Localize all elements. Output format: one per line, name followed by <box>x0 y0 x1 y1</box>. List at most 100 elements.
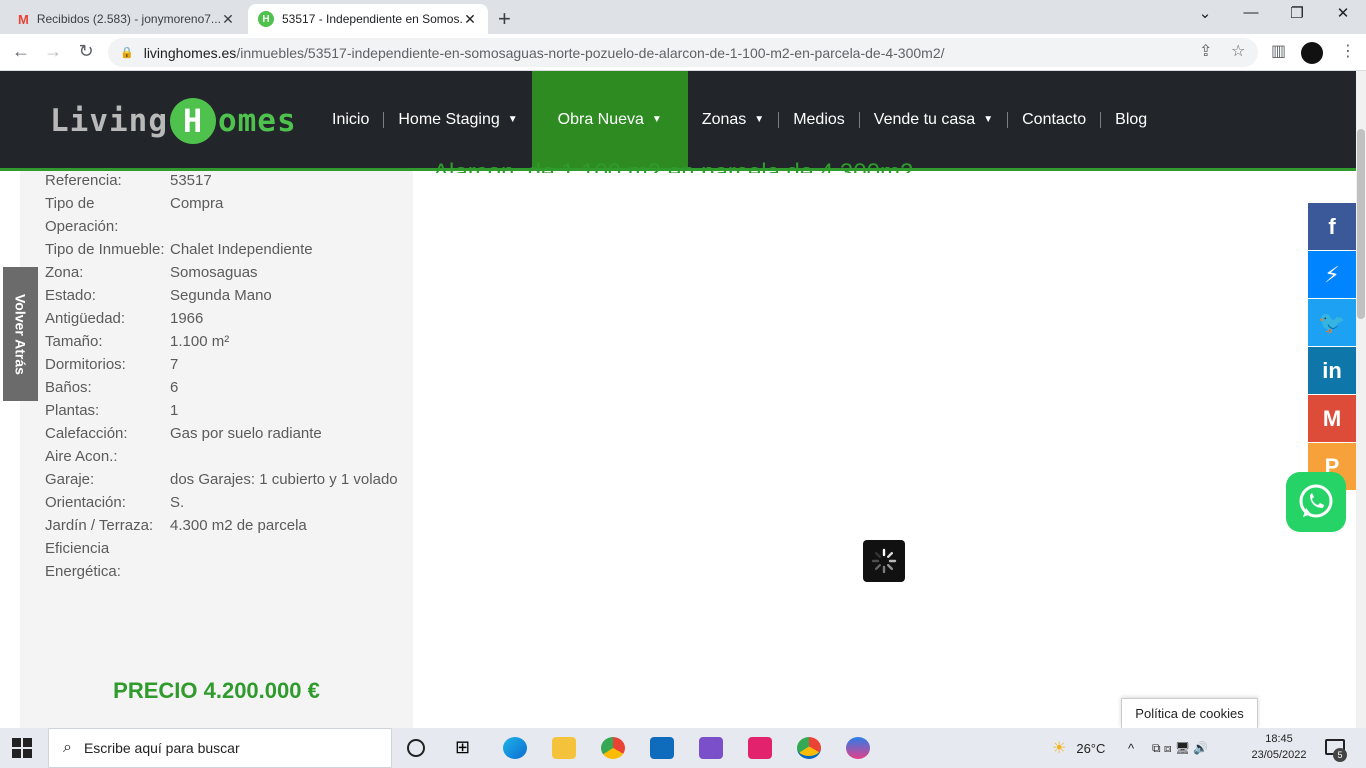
tab-title: 53517 - Independiente en Somos... <box>282 12 462 26</box>
sun-cloud-icon: ☀ <box>1052 740 1067 757</box>
property-price: PRECIO 4.200.000 € <box>113 678 320 703</box>
search-icon: ⌕ <box>63 739 72 756</box>
cookie-policy-button[interactable]: Política de cookies <box>1121 698 1258 728</box>
property-row: Garaje: dos Garajes: 1 cubierto y 1 volad… <box>45 468 405 491</box>
livinghomes-favicon: H <box>258 11 274 27</box>
property-row: Eficiencia Energética: <box>45 537 405 583</box>
reload-icon[interactable]: ↻ <box>75 41 97 62</box>
property-value: 53517 <box>170 172 212 189</box>
bookmark-star-icon[interactable]: ☆ <box>1231 41 1245 61</box>
facebook-share-icon[interactable]: f <box>1308 203 1356 250</box>
widgets-icon[interactable]: ⊞ <box>455 737 470 758</box>
chevron-down-icon: ▼ <box>983 114 994 125</box>
tray-overflow-icon[interactable]: ^ <box>1128 728 1134 768</box>
chrome-active-icon[interactable] <box>797 737 821 759</box>
menu-kebab-icon[interactable]: ⋮ <box>1340 41 1356 61</box>
property-row: Calefacción: Gas por suelo radiante <box>45 422 405 445</box>
url-input[interactable]: 🔒 livinghomes.es/inmuebles/53517-indepen… <box>108 38 1258 67</box>
property-value: Gas por suelo radiante <box>170 425 322 442</box>
new-tab-button[interactable]: + <box>498 6 511 32</box>
side-panel-icon[interactable]: ▥ <box>1271 41 1286 61</box>
property-value <box>170 537 405 583</box>
property-value: 6 <box>170 379 179 396</box>
weather-widget[interactable]: ☀ 26°C <box>1052 728 1105 768</box>
tray-icons[interactable]: ⧉ ⧈ 🖥 🔊 <box>1152 728 1208 768</box>
site-logo[interactable]: Living H omes <box>50 96 297 146</box>
windows-start-icon[interactable] <box>12 738 32 758</box>
nav-label: Blog <box>1115 110 1148 128</box>
taskbar-clock[interactable]: 18:45 23/05/2022 <box>1244 731 1314 763</box>
file-explorer-icon[interactable] <box>552 737 576 759</box>
linkedin-share-icon[interactable]: in <box>1308 347 1356 394</box>
volver-atras-button[interactable]: Volver Atrás <box>3 267 38 401</box>
gmail-share-icon[interactable]: M <box>1308 395 1356 442</box>
close-window-button[interactable]: ✕ <box>1320 4 1366 22</box>
close-icon[interactable]: ✕ <box>220 11 236 28</box>
url-path: /inmuebles/53517-independiente-en-somosa… <box>236 44 945 61</box>
tab-search-icon[interactable]: ⌄ <box>1182 4 1228 22</box>
nav-inicio[interactable]: Inicio <box>318 71 383 168</box>
edge-icon[interactable] <box>503 737 527 759</box>
property-row: Tipo de Operación: Compra <box>45 192 405 238</box>
nav-label: Inicio <box>332 110 370 128</box>
back-icon[interactable]: ← <box>10 41 32 62</box>
close-icon[interactable]: ✕ <box>462 11 478 28</box>
tab-gmail[interactable]: M Recibidos (2.583) - jonymoreno7... ✕ <box>8 4 246 34</box>
profile-avatar[interactable] <box>1301 42 1323 64</box>
property-value: Segunda Mano <box>170 287 272 304</box>
search-placeholder: Escribe aquí para buscar <box>83 740 240 756</box>
visual-studio-icon[interactable] <box>699 737 723 759</box>
nav-label: Contacto <box>1022 110 1087 128</box>
nav-blog[interactable]: Blog <box>1101 71 1161 168</box>
whatsapp-icon[interactable] <box>1286 472 1346 532</box>
store-icon[interactable] <box>650 737 674 759</box>
property-label: Aire Acon.: <box>45 448 118 465</box>
notifications-count: 5 <box>1333 748 1347 762</box>
nav-label: Vende tu casa <box>873 110 976 128</box>
forward-icon[interactable]: → <box>42 41 64 62</box>
property-value: 7 <box>170 356 179 373</box>
property-row: Tipo de Inmueble: Chalet Independiente <box>45 238 405 261</box>
twitter-share-icon[interactable]: 🐦 <box>1308 299 1356 346</box>
property-value: S. <box>170 494 185 511</box>
nav-contacto[interactable]: Contacto <box>1008 71 1100 168</box>
browser-tab-bar: M Recibidos (2.583) - jonymoreno7... ✕ H… <box>0 0 1366 34</box>
property-row: Orientación: S. <box>45 491 405 514</box>
property-value: 4.300 m2 de parcela <box>170 517 307 534</box>
taskbar-search-input[interactable]: ⌕ Escribe aquí para buscar <box>48 728 392 768</box>
property-row: Tamaño: 1.100 m² <box>45 330 405 353</box>
property-value: 1.100 m² <box>170 333 230 350</box>
property-details-list: Referencia: 53517 Tipo de Operación: Compra… <box>45 169 405 583</box>
share-icon[interactable]: ⇪ <box>1199 41 1212 61</box>
minimize-button[interactable]: — <box>1228 4 1274 21</box>
scrollbar-thumb[interactable] <box>1357 129 1365 319</box>
property-row: Antigüedad: 1966 <box>45 307 405 330</box>
property-details-panel: Referencia: 53517 Tipo de Operación: Compra… <box>20 171 413 728</box>
property-row: Estado: Segunda Mano <box>45 284 405 307</box>
property-label: Referencia: <box>45 172 122 189</box>
restore-button[interactable]: ❐ <box>1274 4 1320 22</box>
property-value: Somosaguas <box>170 264 258 281</box>
property-row: Baños: 6 <box>45 376 405 399</box>
chrome-icon[interactable] <box>601 737 625 759</box>
task-view-icon[interactable] <box>407 739 425 757</box>
windows-taskbar: ⌕ Escribe aquí para buscar ⊞ ☀ 26°C ^ ⧉ … <box>0 728 1366 768</box>
property-value: Compra <box>170 195 224 212</box>
messenger-share-icon[interactable]: ⚡ <box>1308 251 1356 298</box>
tab-livinghomes[interactable]: H 53517 - Independiente en Somos... ✕ <box>248 4 488 34</box>
tab-title: Recibidos (2.583) - jonymoreno7... <box>36 12 220 26</box>
property-label: Eficiencia Energética: <box>45 540 121 580</box>
app-drop-icon[interactable] <box>846 737 870 759</box>
chevron-down-icon: ▼ <box>651 114 662 125</box>
page-scrollbar[interactable] <box>1356 71 1366 728</box>
creative-cloud-icon[interactable] <box>748 737 772 759</box>
property-row: Referencia: 53517 <box>45 169 405 192</box>
clock-time: 18:45 <box>1265 733 1293 745</box>
property-label: Baños: <box>45 379 92 396</box>
chevron-down-icon: ▼ <box>507 114 518 125</box>
address-bar-row: ← → ↻ 🔒 livinghomes.es/inmuebles/53517-i… <box>0 34 1366 71</box>
property-row: Plantas: 1 <box>45 399 405 422</box>
nav-label: Zonas <box>701 110 747 128</box>
url-domain: livinghomes.es <box>143 44 237 61</box>
property-row: Jardín / Terraza: 4.300 m2 de parcela <box>45 514 405 537</box>
